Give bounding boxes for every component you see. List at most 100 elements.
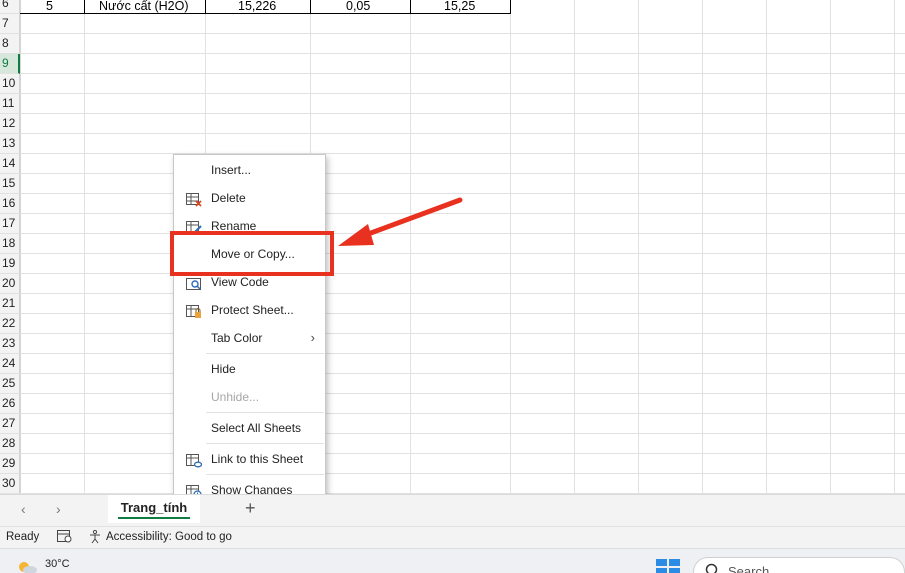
row-header[interactable]: 15 (0, 174, 20, 194)
row-gridline (20, 333, 905, 334)
menu-separator (206, 412, 324, 413)
accessibility-status[interactable]: Accessibility: Good to go (106, 531, 232, 543)
cell-stt[interactable]: 5 (46, 0, 53, 14)
accessibility-icon[interactable] (89, 529, 104, 547)
row-header-border (20, 0, 21, 494)
row-header[interactable]: 25 (0, 374, 20, 394)
row-header[interactable]: 8 (0, 34, 20, 54)
row-header[interactable]: 21 (0, 294, 20, 314)
row-gridline (20, 173, 905, 174)
row-header[interactable]: 22 (0, 314, 20, 334)
column-line-k (830, 0, 831, 494)
menu-item-protect-sheet[interactable]: Protect Sheet... (174, 298, 325, 322)
row-gridline (20, 73, 905, 74)
row-header[interactable]: 6 (0, 0, 20, 14)
menu-item-label: Hide (211, 362, 236, 376)
sheet-tab-label: Trang_tính (120, 500, 188, 515)
sheet-tab-active[interactable]: Trang_tính (108, 495, 200, 523)
sheet-tab-context-menu: Insert... Delete Rename Move or Copy... … (173, 154, 326, 506)
row-gridline (20, 413, 905, 414)
row-gridline (20, 273, 905, 274)
macro-record-icon[interactable] (57, 530, 72, 546)
active-tab-underline (118, 517, 190, 519)
search-placeholder: Search (728, 564, 770, 573)
row-header[interactable]: 7 (0, 14, 20, 34)
row-header[interactable]: 26 (0, 394, 20, 414)
row-header[interactable]: 20 (0, 274, 20, 294)
search-icon (705, 563, 721, 573)
table-border (510, 0, 511, 14)
menu-item-label: Unhide... (211, 390, 260, 404)
cell-name[interactable]: Nước cất (H2O) (99, 0, 189, 14)
menu-item-select-all-sheets[interactable]: Select All Sheets (174, 416, 325, 440)
status-ready: Ready (6, 531, 40, 543)
row-header[interactable]: 18 (0, 234, 20, 254)
menu-item-hide[interactable]: Hide (174, 357, 325, 381)
menu-item-link-to-sheet[interactable]: Link to this Sheet (174, 447, 325, 471)
chevron-right-icon: › (310, 330, 315, 345)
row-gridline (20, 53, 905, 54)
row-header[interactable]: 23 (0, 334, 20, 354)
row-gridline (20, 473, 905, 474)
highlight-box (170, 231, 334, 276)
tab-scroll-left-button[interactable]: ‹ (21, 501, 26, 517)
table-border (205, 0, 206, 14)
row-header[interactable]: 11 (0, 94, 20, 114)
cell-value-2[interactable]: 0,05 (346, 0, 370, 14)
row-header[interactable]: 10 (0, 74, 20, 94)
menu-item-label: Select All Sheets (211, 421, 302, 435)
weather-icon[interactable] (16, 558, 38, 573)
row-header[interactable]: 28 (0, 434, 20, 454)
annotation-arrow-icon (338, 197, 463, 246)
row-gridline (20, 353, 905, 354)
row-gridline (20, 133, 905, 134)
taskbar-search-input[interactable]: Search (693, 557, 905, 573)
menu-item-insert[interactable]: Insert... (174, 158, 325, 182)
menu-separator (206, 474, 324, 475)
row-header[interactable]: 30 (0, 474, 20, 494)
row-gridline (20, 93, 905, 94)
menu-item-label: Delete (211, 191, 246, 205)
column-line-b (84, 0, 85, 494)
menu-item-tab-color[interactable]: Tab Color › (174, 326, 325, 350)
windows-start-icon[interactable] (656, 559, 680, 573)
menu-item-label: Tab Color (211, 331, 263, 345)
menu-item-unhide: Unhide... (174, 385, 325, 409)
view-code-icon (186, 275, 202, 290)
row-gridline (20, 33, 905, 34)
row-header[interactable]: 24 (0, 354, 20, 374)
row-header[interactable]: 12 (0, 114, 20, 134)
column-line-g (574, 0, 575, 494)
cell-value-3[interactable]: 15,25 (444, 0, 475, 14)
cell-value-1[interactable]: 15,226 (238, 0, 276, 14)
column-line-h (638, 0, 639, 494)
tab-scroll-right-button[interactable]: › (56, 501, 61, 517)
menu-separator (206, 353, 324, 354)
row-gridline (20, 113, 905, 114)
add-sheet-button[interactable]: + (245, 498, 256, 519)
row-header[interactable]: 17 (0, 214, 20, 234)
row-header[interactable]: 29 (0, 454, 20, 474)
column-line-i (702, 0, 703, 494)
row-header[interactable]: 14 (0, 154, 20, 174)
status-bar: Ready Accessibility: Good to go (0, 526, 905, 548)
table-border (84, 0, 85, 14)
row-header[interactable]: 27 (0, 414, 20, 434)
row-header[interactable]: 16 (0, 194, 20, 214)
row-header[interactable]: 13 (0, 134, 20, 154)
menu-item-label: Protect Sheet... (211, 303, 294, 317)
row-header[interactable]: 9 (0, 54, 20, 74)
column-line-j (766, 0, 767, 494)
table-border (310, 0, 311, 14)
row-header[interactable]: 19 (0, 254, 20, 274)
menu-item-delete[interactable]: Delete (174, 186, 325, 210)
menu-separator (206, 443, 324, 444)
row-gridline (20, 153, 905, 154)
table-bottom-border (20, 13, 511, 14)
weather-temperature[interactable]: 30°C (45, 558, 70, 570)
column-line-f (510, 0, 511, 494)
table-border (410, 0, 411, 14)
menu-item-label: Insert... (211, 163, 252, 177)
column-line-l (894, 0, 895, 494)
row-gridline (20, 433, 905, 434)
